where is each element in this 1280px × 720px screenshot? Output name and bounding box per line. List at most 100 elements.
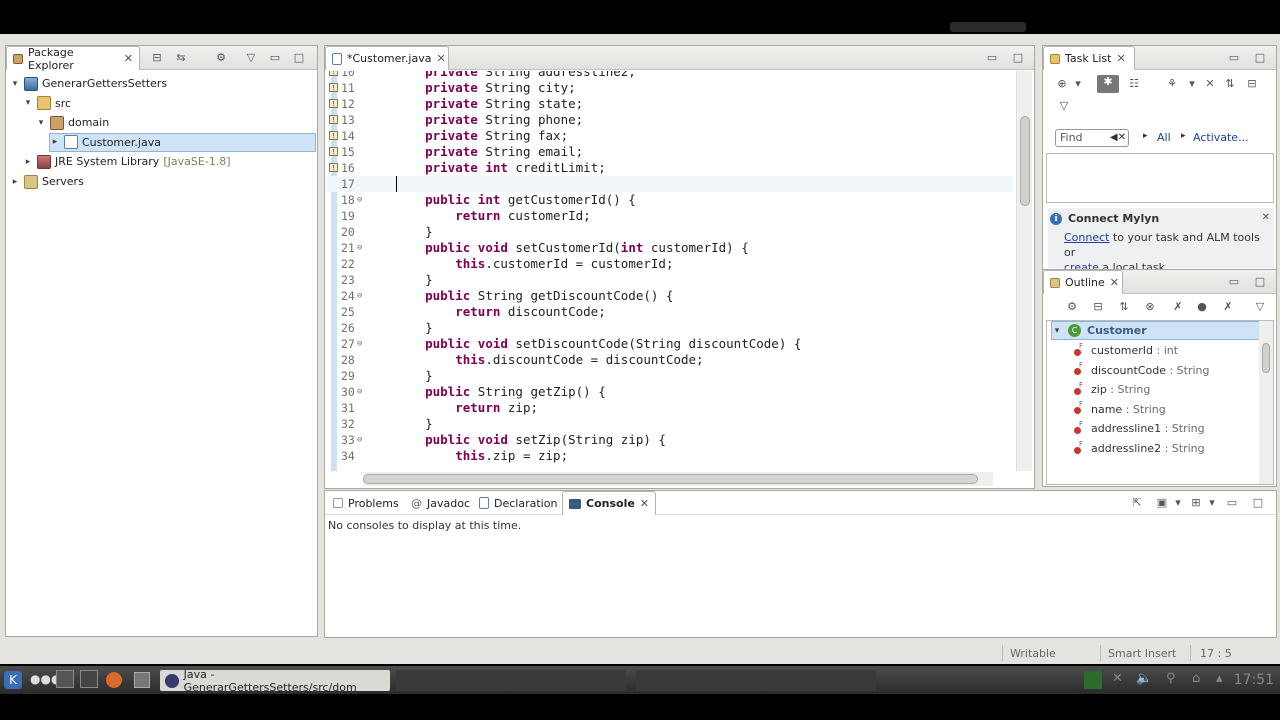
fold-icon[interactable]: ⊖	[357, 432, 362, 448]
code-line[interactable]: 29 }	[327, 368, 1013, 384]
tree-item[interactable]: ▾ src	[23, 94, 71, 113]
chevron-down-icon[interactable]: ▾	[10, 79, 20, 89]
scroll-thumb[interactable]	[1020, 116, 1030, 206]
chevron-down-icon[interactable]: ▾	[1171, 496, 1185, 510]
code-line[interactable]: 18 ⊖ public int getCustomerId() {	[327, 192, 1013, 208]
notification-icon[interactable]: ⌂	[1192, 671, 1200, 686]
link-editor-icon[interactable]: ⇆	[174, 51, 188, 65]
taskbar-window[interactable]	[636, 670, 876, 691]
fold-icon[interactable]: ⊖	[357, 192, 362, 208]
code-line[interactable]: 31 return zip;	[327, 400, 1013, 416]
code-line[interactable]: ! 15 private String email;	[327, 144, 1013, 160]
desktop-icon[interactable]	[56, 670, 74, 688]
code-line[interactable]: 26 }	[327, 320, 1013, 336]
code-line[interactable]: 32 }	[327, 416, 1013, 432]
maximize-icon[interactable]: □	[1011, 51, 1025, 65]
maximize-icon[interactable]: □	[1253, 51, 1267, 65]
code-area[interactable]: ! 10 private String addressline2;! 11 priv…	[327, 71, 1013, 471]
display-console-icon[interactable]: ▣	[1155, 496, 1169, 510]
system-monitor-icon[interactable]	[1084, 671, 1102, 689]
hide-nonpublic-icon[interactable]: ●	[1195, 300, 1209, 314]
categorize-icon[interactable]: ☷	[1127, 77, 1141, 91]
close-icon[interactable]: ✕	[1110, 276, 1119, 289]
tree-item[interactable]: ▸ Customer.java	[49, 132, 316, 152]
pin-icon[interactable]: ⇱	[1130, 496, 1144, 510]
chevron-right-icon[interactable]: ▸	[50, 137, 60, 147]
tree-item[interactable]: ▸ Servers	[10, 172, 84, 191]
warning-icon[interactable]: !	[329, 99, 338, 108]
code-line[interactable]: 23 }	[327, 272, 1013, 288]
chevron-down-icon[interactable]: ▾	[1205, 496, 1219, 510]
outline-field[interactable]: name : String	[1051, 400, 1263, 419]
code-line[interactable]: 24 ⊖ public String getDiscountCode() {	[327, 288, 1013, 304]
view-menu-icon[interactable]: ⚙	[214, 51, 228, 65]
code-line[interactable]: ! 10 private String addressline2;	[327, 71, 1013, 80]
connect-link[interactable]: Connect	[1064, 231, 1109, 244]
firefox-icon[interactable]	[106, 672, 122, 688]
collapse-icon[interactable]: ⊟	[1245, 77, 1259, 91]
start-menu-icon[interactable]: K	[4, 671, 22, 689]
close-icon[interactable]: ✕	[1116, 52, 1125, 65]
code-line[interactable]: 25 return discountCode;	[327, 304, 1013, 320]
toolbar-icon[interactable]: ⚙	[1065, 300, 1079, 314]
focus-icon[interactable]: ✱	[1097, 75, 1119, 93]
outline-field[interactable]: customerId : int	[1051, 341, 1263, 360]
warning-icon[interactable]: !	[329, 131, 338, 140]
minimize-icon[interactable]: ▭	[268, 51, 282, 65]
code-line[interactable]: ! 11 private String city;	[327, 80, 1013, 96]
hide-static-icon[interactable]: ✗	[1171, 300, 1185, 314]
code-line[interactable]: 27 ⊖ public void setDiscountCode(String d…	[327, 336, 1013, 352]
hide-fields-icon[interactable]: ⊗	[1143, 300, 1157, 314]
activate-link[interactable]: Activate...	[1193, 131, 1249, 144]
tree-item[interactable]: ▾ domain	[36, 113, 109, 132]
code-line[interactable]: 22 this.customerId = customerId;	[327, 256, 1013, 272]
minimize-icon[interactable]: ▭	[985, 51, 999, 65]
terminal-icon[interactable]	[134, 672, 150, 688]
fold-icon[interactable]: ⊖	[357, 288, 362, 304]
chevron-down-icon[interactable]: ▾	[1052, 326, 1062, 336]
tab-package-explorer[interactable]: Package Explorer ✕	[6, 46, 140, 72]
warning-icon[interactable]: !	[329, 83, 338, 92]
view-menu-icon[interactable]: ▽	[1253, 300, 1267, 314]
minimize-icon[interactable]: ▭	[1225, 496, 1239, 510]
tray-arrow-icon[interactable]: ▴	[1216, 671, 1223, 686]
hide-local-icon[interactable]: ✗	[1221, 300, 1235, 314]
taskbar-window[interactable]	[396, 670, 626, 691]
scroll-thumb[interactable]	[363, 474, 978, 484]
code-line[interactable]: ! 14 private String fax;	[327, 128, 1013, 144]
close-icon[interactable]: ✕	[1262, 212, 1270, 223]
code-line[interactable]: 30 ⊖ public String getZip() {	[327, 384, 1013, 400]
code-line[interactable]: ! 16 private int creditLimit;	[327, 160, 1013, 176]
warning-icon[interactable]: !	[329, 115, 338, 124]
vertical-scrollbar[interactable]	[1016, 71, 1032, 471]
fold-icon[interactable]: ⊖	[357, 384, 362, 400]
taskbar-window-java[interactable]: Java - GenerarGettersSetters/src/dom	[160, 668, 390, 694]
code-line[interactable]: 34 this.zip = zip;	[327, 448, 1013, 464]
fold-icon[interactable]: ⊖	[357, 240, 362, 256]
tab-task-list[interactable]: Task List ✕	[1043, 46, 1135, 70]
collapse-all-icon[interactable]: ⊟	[150, 51, 164, 65]
all-link[interactable]: All	[1157, 131, 1171, 144]
horizontal-scrollbar[interactable]	[363, 472, 993, 486]
view-menu-icon[interactable]: ▽	[1057, 99, 1071, 113]
tab-outline[interactable]: Outline ✕	[1043, 270, 1123, 294]
tree-item[interactable]: ▸ JRE System Library [JavaSE-1.8]	[23, 152, 231, 171]
code-line[interactable]: ! 12 private String state;	[327, 96, 1013, 112]
outline-field[interactable]: discountCode : String	[1051, 361, 1263, 380]
new-task-icon[interactable]: ⊕	[1055, 77, 1069, 91]
outline-field[interactable]: addressline1 : String	[1051, 419, 1263, 438]
maximize-icon[interactable]: □	[292, 51, 306, 65]
tab-declaration[interactable]: Declaration	[473, 491, 563, 515]
chevron-down-icon[interactable]: ▾	[23, 98, 33, 108]
warning-icon[interactable]: !	[329, 71, 338, 76]
code-line[interactable]: ! 13 private String phone;	[327, 112, 1013, 128]
chevron-right-icon[interactable]: ▸	[10, 177, 20, 187]
scheduled-icon[interactable]: ⚘	[1165, 77, 1179, 91]
vertical-scrollbar[interactable]	[1259, 321, 1273, 484]
find-input[interactable]: Find ◀✕	[1055, 129, 1129, 147]
chevron-down-icon[interactable]: ▾	[1185, 77, 1199, 91]
warning-icon[interactable]: !	[329, 163, 338, 172]
clipboard-icon[interactable]: ⚲	[1166, 671, 1176, 686]
code-line[interactable]: 20 }	[327, 224, 1013, 240]
close-icon[interactable]: ✕	[640, 497, 649, 510]
